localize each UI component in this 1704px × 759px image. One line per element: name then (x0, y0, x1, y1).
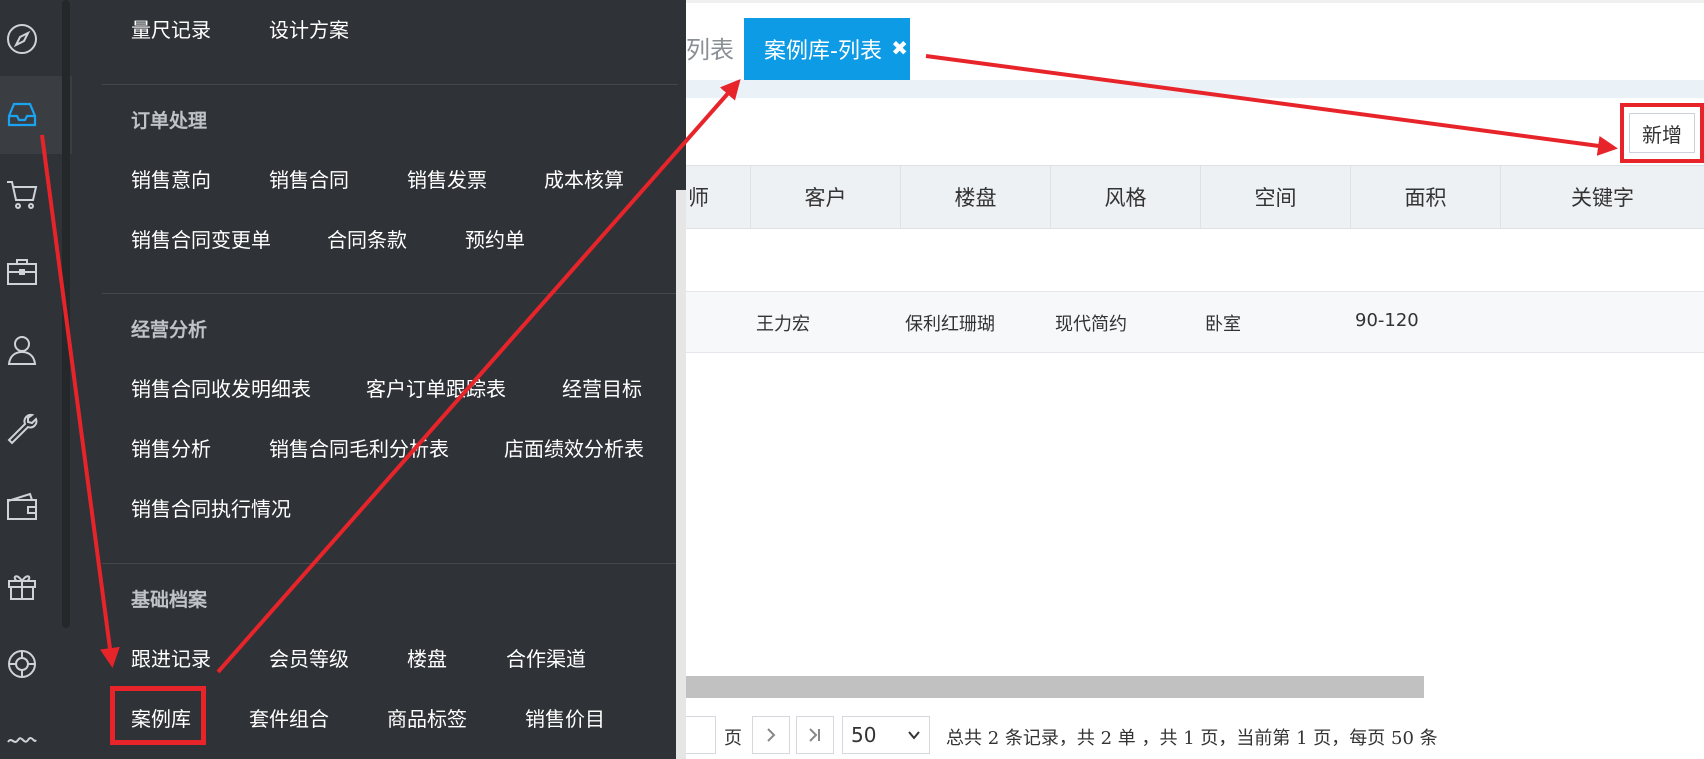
cart-icon[interactable] (0, 172, 44, 216)
user-icon[interactable] (0, 328, 44, 372)
menu-item-contract-terms[interactable]: 合同条款 (327, 224, 407, 253)
menu-item-contract-execution[interactable]: 销售合同执行情况 (131, 493, 291, 522)
table-row[interactable]: 王力宏 保利红珊瑚 现代简约 卧室 90-120 (686, 292, 1704, 352)
menu-divider (102, 84, 678, 85)
cell-property: 保利红珊瑚 (905, 314, 995, 335)
menu-item-measure-record[interactable]: 量尺记录 (131, 14, 211, 43)
rail-scrollbar[interactable] (62, 0, 70, 628)
annotation-box-case-library (110, 686, 206, 745)
column-header-designer[interactable]: 师 (686, 166, 751, 228)
menu-item-gross-profit[interactable]: 销售合同毛利分析表 (269, 433, 449, 462)
wallet-icon[interactable] (0, 485, 44, 529)
page-suffix-label: 页 (724, 728, 742, 749)
tab-label: 案例库-列表 (764, 39, 882, 64)
cell-style: 现代简约 (1055, 314, 1127, 335)
more-icon[interactable] (0, 718, 44, 759)
menu-item-sales-invoice[interactable]: 销售发票 (407, 164, 487, 193)
compass-icon[interactable] (0, 17, 44, 61)
horizontal-scrollbar[interactable] (686, 676, 1424, 698)
menu-item-business-target[interactable]: 经营目标 (562, 373, 642, 402)
menu-divider (102, 563, 678, 564)
page-number-input[interactable] (686, 716, 716, 754)
menu-item-sales-intent[interactable]: 销售意向 (131, 164, 211, 193)
icon-rail (0, 0, 72, 759)
menu-divider (102, 293, 678, 294)
pager-summary: 总共 2 条记录，共 2 单 ，共 1 页，当前第 1 页，每页 50 条 (946, 728, 1438, 749)
menu-panel: 量尺记录 设计方案 订单处理 销售意向 销售合同 销售发票 成本核算 销售合同变… (72, 0, 686, 759)
menu-item-cost-accounting[interactable]: 成本核算 (544, 164, 624, 193)
menu-item-reservation[interactable]: 预约单 (465, 224, 525, 253)
lifebuoy-icon[interactable] (0, 642, 44, 686)
tab-bar-underline (686, 80, 1704, 98)
cell-area: 90-120 (1355, 310, 1419, 331)
inbox-icon[interactable] (0, 92, 44, 136)
menu-item-receipt-detail[interactable]: 销售合同收发明细表 (131, 373, 311, 402)
menu-item-suite-combo[interactable]: 套件组合 (249, 703, 329, 732)
cell-space: 卧室 (1205, 314, 1241, 335)
row-divider (686, 352, 1704, 353)
pagination: 页 50 总共 2 条记录，共 2 单 ，共 1 页，当前第 1 页，每页 50… (686, 716, 1704, 759)
column-header-area[interactable]: 面积 (1351, 166, 1501, 228)
menu-item-price-list[interactable]: 销售价目 (525, 703, 605, 732)
menu-item-channel[interactable]: 合作渠道 (506, 643, 586, 672)
new-button[interactable]: 新增 (1629, 113, 1695, 153)
last-page-icon[interactable] (796, 716, 834, 754)
menu-item-contract-change[interactable]: 销售合同变更单 (131, 224, 271, 253)
wrench-icon[interactable] (0, 407, 44, 451)
menu-item-followup[interactable]: 跟进记录 (131, 643, 211, 672)
column-header-property[interactable]: 楼盘 (901, 166, 1051, 228)
menu-scrollbar[interactable] (676, 190, 686, 759)
menu-item-order-tracking[interactable]: 客户订单跟踪表 (366, 373, 506, 402)
menu-item-member-level[interactable]: 会员等级 (269, 643, 349, 672)
section-title-analysis: 经营分析 (131, 319, 208, 341)
main-content: 列表 案例库-列表 ✖ 新增 师 客户 楼盘 风格 空间 面积 关键字 王力宏 … (686, 0, 1704, 759)
next-page-icon[interactable] (752, 716, 790, 754)
menu-item-product-tags[interactable]: 商品标签 (387, 703, 467, 732)
column-header-style[interactable]: 风格 (1051, 166, 1201, 228)
menu-item-sales-contract[interactable]: 销售合同 (269, 164, 349, 193)
menu-item-property[interactable]: 楼盘 (407, 643, 447, 672)
column-header-keyword[interactable]: 关键字 (1501, 166, 1704, 228)
menu-item-design-plan[interactable]: 设计方案 (269, 14, 349, 43)
menu-item-store-performance[interactable]: 店面绩效分析表 (504, 433, 644, 462)
section-title-order: 订单处理 (131, 110, 208, 132)
close-icon[interactable]: ✖ (891, 36, 908, 60)
section-title-base: 基础档案 (131, 589, 208, 611)
cell-customer: 王力宏 (756, 314, 810, 335)
briefcase-icon[interactable] (0, 250, 44, 294)
tab-previous[interactable]: 列表 (686, 30, 734, 65)
table-header: 师 客户 楼盘 风格 空间 面积 关键字 (686, 165, 1704, 229)
page-size-select[interactable]: 50 (842, 716, 930, 754)
column-header-space[interactable]: 空间 (1201, 166, 1351, 228)
column-header-customer[interactable]: 客户 (751, 166, 901, 228)
top-border (686, 0, 1704, 3)
menu-item-sales-analysis[interactable]: 销售分析 (131, 433, 211, 462)
annotation-box-new: 新增 (1620, 103, 1704, 163)
gift-icon[interactable] (0, 564, 44, 608)
tab-case-library-list[interactable]: 案例库-列表 ✖ (744, 18, 910, 80)
chevron-down-icon (908, 731, 920, 740)
page-size-value: 50 (851, 723, 877, 747)
